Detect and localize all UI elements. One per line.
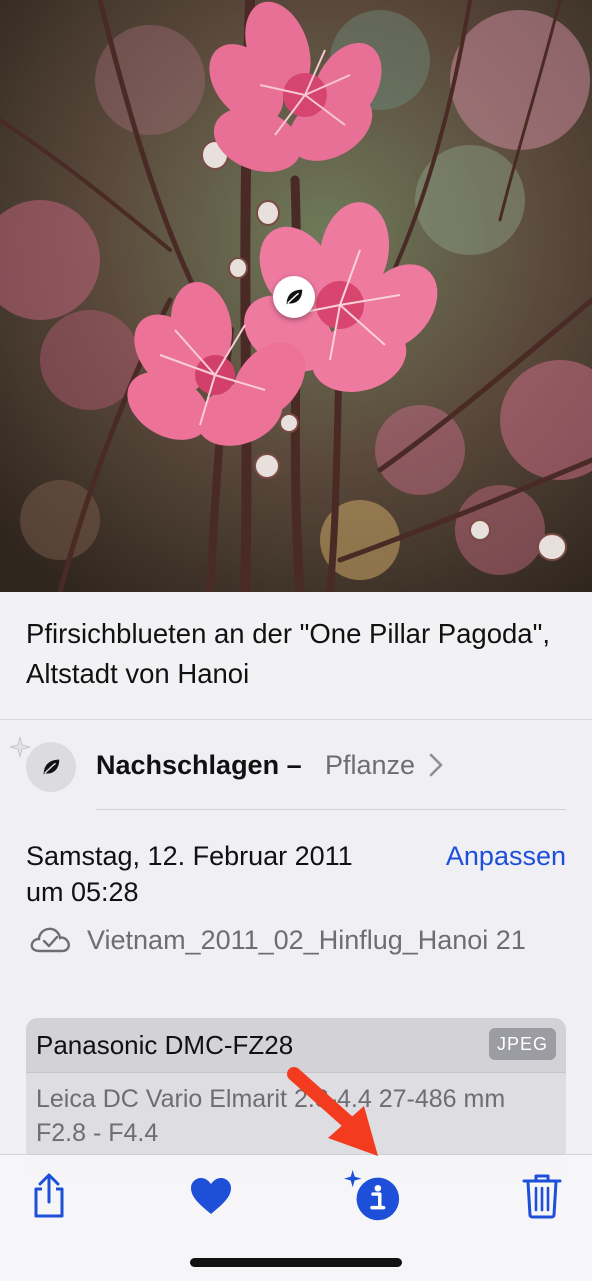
share-icon — [34, 1173, 64, 1218]
album-name[interactable]: Vietnam_2011_02_Hinflug_Hanoi 21 — [87, 921, 557, 959]
leaf-icon — [286, 289, 303, 305]
cloud-check-icon — [30, 927, 70, 953]
visual-lookup-badge[interactable] — [273, 276, 315, 318]
adjust-button[interactable]: Anpassen — [446, 838, 566, 874]
photo[interactable] — [0, 0, 592, 592]
date-text: Samstag, 12. Februar 2011 — [26, 841, 353, 871]
home-indicator[interactable] — [190, 1258, 402, 1267]
lookup-leaf-button[interactable] — [26, 742, 76, 792]
photo-caption[interactable]: Pfirsichblueten an der "One Pillar Pagod… — [26, 614, 556, 694]
annotation-arrow — [287, 1067, 378, 1156]
info-sparkle-icon — [343, 1169, 400, 1221]
favorite-button[interactable] — [181, 1168, 241, 1224]
leaf-icon — [43, 759, 60, 775]
lookup-label[interactable]: Nachschlagen – — [96, 750, 302, 781]
heart-icon — [191, 1178, 231, 1214]
trash-icon — [522, 1174, 562, 1219]
lookup-type[interactable]: Pflanze — [325, 750, 415, 781]
share-button[interactable] — [19, 1168, 79, 1224]
time-text: um 05:28 — [26, 877, 139, 907]
caption-section[interactable]: Pfirsichblueten an der "One Pillar Pagod… — [0, 592, 592, 720]
divider — [96, 809, 566, 810]
format-badge: JPEG — [488, 1028, 556, 1060]
camera-model: Panasonic DMC-FZ28 — [36, 1030, 294, 1060]
chevron-right-icon — [429, 753, 443, 777]
info-button[interactable] — [343, 1168, 403, 1224]
delete-button[interactable] — [512, 1168, 572, 1224]
